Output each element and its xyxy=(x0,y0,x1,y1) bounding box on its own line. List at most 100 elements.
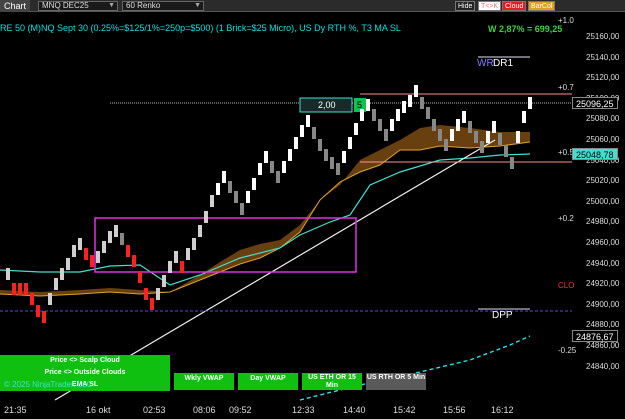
renko-brick xyxy=(30,293,34,305)
timeframe-selector[interactable]: 60 Renko ▼ xyxy=(122,1,204,11)
price-axis-label: 24840,00 xyxy=(586,361,620,371)
scalp-cloud-button[interactable]: Price <> Scalp Cloud xyxy=(0,355,170,367)
renko-brick xyxy=(486,131,490,143)
price-axis-label: 24960,00 xyxy=(586,238,620,247)
renko-brick xyxy=(372,109,376,121)
renko-brick xyxy=(528,97,532,109)
time-axis-label: 21:35 xyxy=(4,405,27,415)
outside-clouds-button[interactable]: Price <> Outside Clouds xyxy=(0,367,170,379)
renko-brick xyxy=(276,171,280,183)
dpp-label: DPP xyxy=(492,310,513,321)
renko-brick xyxy=(234,191,238,203)
renko-brick xyxy=(54,278,58,290)
low-price-tag: 24876,67 xyxy=(572,330,618,342)
price-axis-label: 25160,00 xyxy=(586,32,620,41)
ema-line xyxy=(0,153,531,286)
time-axis-label: 14:40 xyxy=(343,405,366,415)
tk-toggle-button[interactable]: T<>K xyxy=(478,1,502,11)
renko-brick xyxy=(216,183,220,195)
pct-label: -0.25 xyxy=(558,346,577,355)
renko-brick xyxy=(492,121,496,133)
renko-brick xyxy=(60,268,64,280)
renko-brick xyxy=(156,288,160,300)
renko-brick xyxy=(330,157,334,169)
renko-brick xyxy=(396,109,400,121)
renko-brick xyxy=(450,129,454,141)
price-axis-label: 25000,00 xyxy=(586,196,620,206)
chart-toolbar: Chart MNQ DEC25 ▼ 60 Renko ▼ Hide T<>K C… xyxy=(0,0,625,12)
price-axis-label: 24920,00 xyxy=(586,279,620,289)
price-axis-label: 24900,00 xyxy=(586,299,620,309)
renko-brick xyxy=(186,248,190,260)
chart-tab[interactable]: Chart xyxy=(0,0,31,12)
renko-brick xyxy=(78,238,82,250)
renko-brick xyxy=(366,99,370,111)
time-axis-label: 16:12 xyxy=(491,405,514,415)
renko-brick xyxy=(432,119,436,131)
renko-brick xyxy=(42,311,46,323)
scalp-cloud-edge xyxy=(0,141,531,297)
renko-brick xyxy=(456,119,460,131)
eth-or-button[interactable]: US ETH OR 15 Min xyxy=(302,373,362,390)
renko-brick xyxy=(426,107,430,119)
renko-brick xyxy=(138,271,142,283)
renko-brick xyxy=(66,258,70,270)
renko-brick xyxy=(150,298,154,310)
renko-brick xyxy=(402,101,406,113)
low-projection-line xyxy=(299,335,531,401)
renko-brick xyxy=(378,119,382,131)
renko-brick xyxy=(72,245,76,257)
renko-brick xyxy=(180,261,184,273)
timeframe-label: 60 Renko xyxy=(126,1,161,10)
renko-brick xyxy=(420,97,424,109)
renko-brick xyxy=(108,231,112,243)
renko-brick xyxy=(324,149,328,161)
weekly-range-stat: W 2,87% = 699,25 xyxy=(488,24,563,34)
renko-brick xyxy=(168,261,172,273)
clo-label: CLO xyxy=(558,281,575,290)
renko-brick xyxy=(144,288,148,300)
renko-brick xyxy=(102,241,106,253)
barcol-toggle-button[interactable]: BarCol xyxy=(528,1,556,11)
scalp-cloud xyxy=(0,125,530,296)
dr1-label: DR1 xyxy=(493,58,514,69)
pct-label: +1.0 xyxy=(558,16,574,25)
time-axis-label: 15:56 xyxy=(443,405,466,415)
renko-brick xyxy=(246,191,250,203)
time-axis-label: 02:53 xyxy=(143,405,166,415)
renko-brick xyxy=(264,151,268,163)
renko-brick xyxy=(252,178,256,190)
renko-brick xyxy=(114,225,118,237)
pct-label: +0.7 xyxy=(558,83,574,92)
rth-or-button[interactable]: US RTH OR 5 Min xyxy=(366,373,426,390)
renko-brick xyxy=(522,111,526,123)
renko-brick xyxy=(132,255,136,267)
instrument-selector[interactable]: MNQ DEC25 ▼ xyxy=(38,1,118,11)
ma-price-tag: 25048,78 xyxy=(572,148,618,160)
renko-brick xyxy=(120,233,124,245)
wkly-vwap-button[interactable]: Wkly VWAP xyxy=(174,373,234,390)
renko-brick xyxy=(318,139,322,151)
time-axis-label: 08:06 xyxy=(193,405,216,415)
indicator-info-line: RE 50 (M)NQ Sept 30 (0.25%=$125/1%=250p=… xyxy=(0,23,401,33)
renko-brick xyxy=(342,151,346,163)
price-axis-label: 25080,00 xyxy=(586,114,620,124)
instrument-label: MNQ DEC25 xyxy=(42,1,89,10)
renko-brick xyxy=(12,283,16,295)
renko-brick xyxy=(90,255,94,267)
renko-brick xyxy=(96,251,100,263)
renko-brick xyxy=(36,305,40,317)
price-axis-label: 25140,00 xyxy=(586,52,620,62)
renko-brick xyxy=(510,157,514,169)
renko-brick xyxy=(306,115,310,127)
hide-button[interactable]: Hide xyxy=(455,1,476,11)
renko-brick xyxy=(474,131,478,143)
day-vwap-button[interactable]: Day VWAP xyxy=(238,373,298,390)
position-count: 5 xyxy=(357,100,363,110)
renko-brick xyxy=(336,163,340,175)
renko-brick xyxy=(198,225,202,237)
renko-brick xyxy=(354,123,358,135)
pct-label: +0.2 xyxy=(558,214,574,223)
cloud-toggle-button[interactable]: Cloud xyxy=(502,1,527,11)
time-axis-label: 09:52 xyxy=(229,405,252,415)
